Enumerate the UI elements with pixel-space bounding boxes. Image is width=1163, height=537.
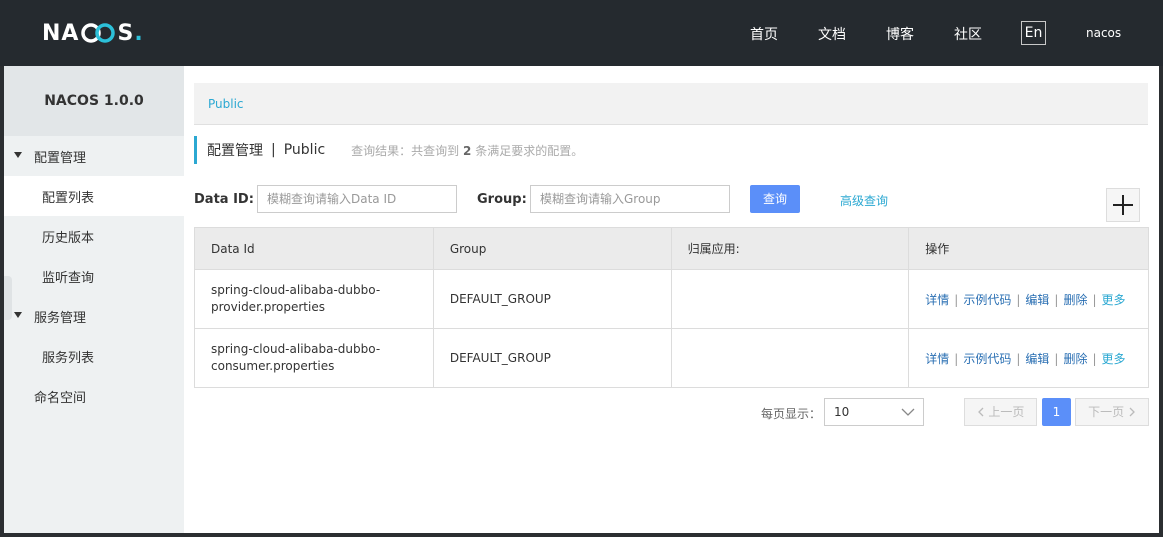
namespace-link-public[interactable]: Public bbox=[208, 97, 244, 111]
content-frame: NACOS 1.0.0 配置管理 配置列表 历史版本 监听查询 服务管理 服务列… bbox=[4, 66, 1159, 533]
delete-link[interactable]: 删除 bbox=[1063, 293, 1087, 307]
result-suffix: 条满足要求的配置。 bbox=[475, 143, 584, 158]
table-header-row: Data Id Group 归属应用: 操作 bbox=[194, 227, 1149, 270]
dataid-line: spring-cloud-alibaba-dubbo- bbox=[211, 342, 381, 356]
op-separator: | bbox=[954, 292, 959, 307]
plus-icon bbox=[1113, 195, 1133, 215]
delete-link[interactable]: 删除 bbox=[1063, 352, 1087, 366]
advanced-query-link[interactable]: 高级查询 bbox=[840, 192, 888, 209]
nav-docs[interactable]: 文档 bbox=[818, 24, 846, 44]
sidebar-item-service-list[interactable]: 服务列表 bbox=[4, 336, 184, 376]
add-config-button[interactable] bbox=[1106, 188, 1140, 222]
logo-dot: . bbox=[134, 20, 144, 46]
cell-group: DEFAULT_GROUP bbox=[433, 269, 672, 329]
caret-down-icon bbox=[14, 152, 22, 158]
page-size-value: 10 bbox=[834, 405, 850, 419]
sidebar-group-service[interactable]: 服务管理 bbox=[4, 296, 184, 336]
sidebar-item-label: 服务列表 bbox=[42, 350, 95, 366]
more-link[interactable]: 更多 bbox=[1102, 352, 1126, 366]
next-page-button[interactable]: 下一页 bbox=[1075, 398, 1149, 426]
edit-link[interactable]: 编辑 bbox=[1025, 352, 1049, 366]
sidebar-collapse-handle[interactable] bbox=[4, 276, 12, 320]
sidebar-group-label: 配置管理 bbox=[34, 150, 87, 166]
user-name[interactable]: nacos bbox=[1086, 26, 1121, 40]
cell-operations: 详情 | 示例代码 | 编辑 | 删除 | 更多 bbox=[908, 328, 1149, 388]
sidebar-item-label: 配置列表 bbox=[42, 190, 95, 206]
sample-code-link[interactable]: 示例代码 bbox=[963, 352, 1011, 366]
logo-text-prefix: NA bbox=[42, 20, 80, 46]
cell-dataid: spring-cloud-alibaba-dubbo- provider.pro… bbox=[194, 269, 434, 329]
cell-app bbox=[671, 269, 910, 329]
page-title: 配置管理 bbox=[207, 143, 263, 159]
dataid-search-input[interactable]: 模糊查询请输入Data ID bbox=[257, 185, 457, 213]
sidebar-item-config-list[interactable]: 配置列表 bbox=[4, 176, 184, 216]
col-header-dataid[interactable]: Data Id bbox=[194, 227, 434, 270]
cell-group: DEFAULT_GROUP bbox=[433, 328, 672, 388]
col-header-group[interactable]: Group bbox=[433, 227, 672, 270]
sidebar-group-config[interactable]: 配置管理 bbox=[4, 136, 184, 176]
table-row: spring-cloud-alibaba-dubbo- provider.pro… bbox=[194, 269, 1149, 329]
sidebar-item-label: 监听查询 bbox=[42, 270, 95, 286]
table-row: spring-cloud-alibaba-dubbo- consumer.pro… bbox=[194, 328, 1149, 388]
next-page-label: 下一页 bbox=[1088, 405, 1125, 419]
page-size-label: 每页显示： bbox=[761, 407, 822, 421]
cell-dataid: spring-cloud-alibaba-dubbo- consumer.pro… bbox=[194, 328, 434, 388]
language-switch-button[interactable]: En bbox=[1021, 21, 1046, 45]
sidebar-item-listener[interactable]: 监听查询 bbox=[4, 256, 184, 296]
group-label: Group: bbox=[477, 192, 527, 207]
sidebar-title: NACOS 1.0.0 bbox=[4, 66, 184, 136]
cell-app bbox=[671, 328, 910, 388]
logo-text-suffix: S bbox=[117, 20, 135, 46]
dataid-label: Data ID: bbox=[194, 192, 254, 207]
sidebar: NACOS 1.0.0 配置管理 配置列表 历史版本 监听查询 服务管理 服务列… bbox=[4, 66, 184, 533]
cell-operations: 详情 | 示例代码 | 编辑 | 删除 | 更多 bbox=[908, 269, 1149, 329]
namespace-breadcrumb: Public bbox=[194, 83, 1148, 125]
query-result-summary: 查询结果：共查询到 2 条满足要求的配置。 bbox=[351, 142, 583, 159]
dataid-line: consumer.properties bbox=[211, 359, 335, 373]
edit-link[interactable]: 编辑 bbox=[1025, 293, 1049, 307]
prev-page-label: 上一页 bbox=[988, 405, 1025, 419]
more-link[interactable]: 更多 bbox=[1102, 293, 1126, 307]
current-page-button[interactable]: 1 bbox=[1042, 398, 1071, 426]
sample-code-link[interactable]: 示例代码 bbox=[963, 293, 1011, 307]
col-header-app[interactable]: 归属应用: bbox=[671, 227, 910, 270]
op-separator: | bbox=[1054, 292, 1059, 307]
group-search-input[interactable]: 模糊查询请输入Group bbox=[530, 185, 730, 213]
sidebar-item-history[interactable]: 历史版本 bbox=[4, 216, 184, 256]
op-separator: | bbox=[1092, 292, 1097, 307]
result-prefix: 查询结果：共查询到 bbox=[351, 143, 460, 158]
op-separator: | bbox=[1016, 351, 1021, 366]
detail-link[interactable]: 详情 bbox=[925, 352, 949, 366]
caret-down-icon bbox=[14, 312, 22, 318]
chevron-right-icon bbox=[1129, 407, 1135, 417]
sidebar-item-label: 历史版本 bbox=[42, 230, 95, 246]
nav-blog[interactable]: 博客 bbox=[886, 24, 914, 44]
nacos-logo[interactable]: NA S . bbox=[42, 18, 144, 48]
nav-community[interactable]: 社区 bbox=[954, 24, 982, 44]
prev-page-button[interactable]: 上一页 bbox=[964, 398, 1037, 426]
dataid-line: provider.properties bbox=[211, 300, 325, 314]
op-separator: | bbox=[1092, 351, 1097, 366]
op-separator: | bbox=[954, 351, 959, 366]
page-header: 配置管理 | Public 查询结果：共查询到 2 条满足要求的配置。 bbox=[194, 136, 583, 164]
title-separator: | bbox=[271, 142, 276, 158]
dataid-line: spring-cloud-alibaba-dubbo- bbox=[211, 283, 381, 297]
top-nav-bar: NA S . 首页 文档 博客 社区 En nacos bbox=[0, 0, 1163, 66]
detail-link[interactable]: 详情 bbox=[925, 293, 949, 307]
sidebar-group-label: 服务管理 bbox=[34, 310, 87, 326]
query-button[interactable]: 查询 bbox=[750, 185, 800, 213]
chevron-left-icon bbox=[977, 407, 984, 417]
page-size-select[interactable]: 10 bbox=[824, 398, 924, 426]
nav-home[interactable]: 首页 bbox=[750, 24, 778, 44]
result-count: 2 bbox=[463, 143, 472, 158]
sidebar-item-namespace[interactable]: 命名空间 bbox=[4, 376, 184, 416]
col-header-ops: 操作 bbox=[908, 227, 1149, 270]
chevron-down-icon bbox=[901, 408, 915, 416]
op-separator: | bbox=[1054, 351, 1059, 366]
config-table: Data Id Group 归属应用: 操作 spring-cloud-alib… bbox=[194, 227, 1149, 388]
logo-double-ring-icon bbox=[81, 23, 116, 43]
op-separator: | bbox=[1016, 292, 1021, 307]
page-namespace: Public bbox=[283, 142, 326, 158]
sidebar-item-label: 命名空间 bbox=[34, 390, 87, 406]
